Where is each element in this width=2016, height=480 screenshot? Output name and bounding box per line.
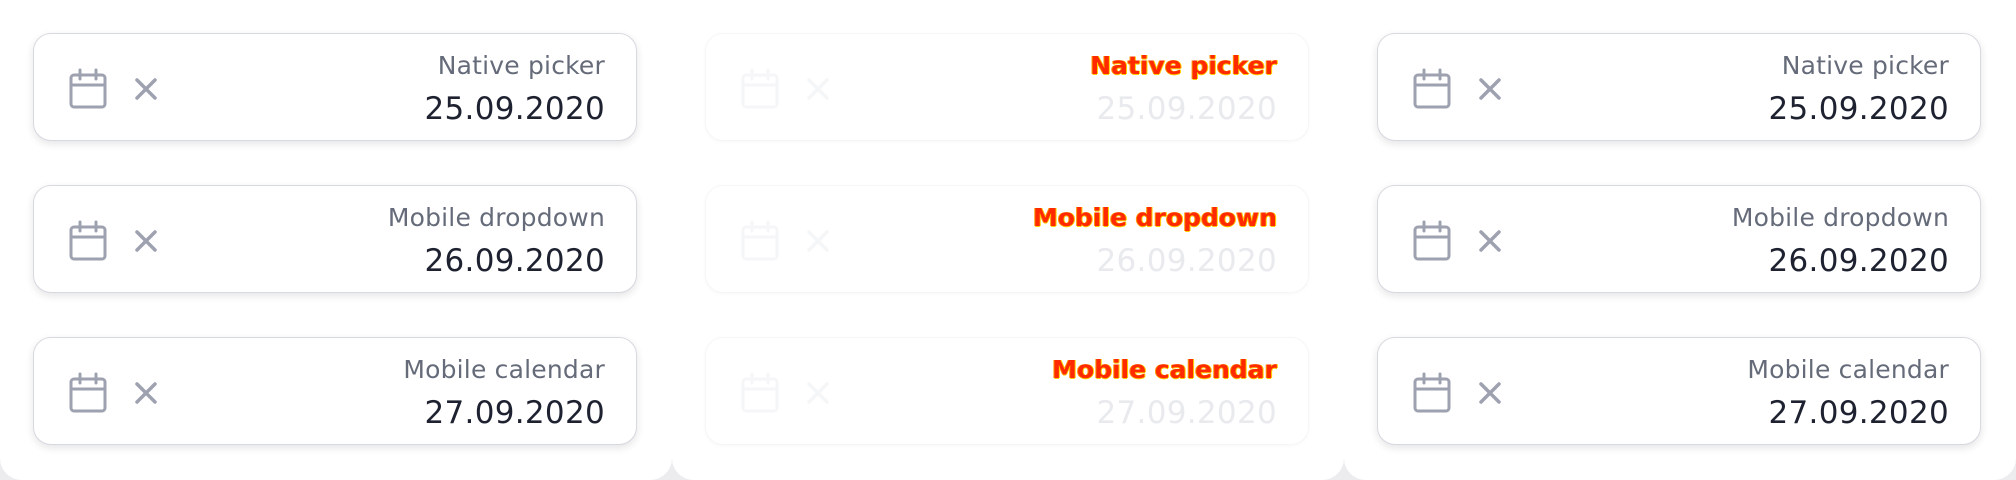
close-icon[interactable] <box>1475 74 1505 104</box>
picker-label: Mobile calendar <box>1747 355 1949 384</box>
picker-panel-2: Native picker 25.09.2020 Mobile dropdown… <box>672 0 1344 480</box>
picker-label: Native picker <box>1090 51 1277 80</box>
picker-value[interactable]: 27.09.2020 <box>425 393 606 433</box>
close-icon[interactable] <box>803 74 833 104</box>
calendar-icon[interactable] <box>68 68 108 110</box>
date-picker-native[interactable]: Native picker 25.09.2020 <box>1377 33 1981 141</box>
demo-stage: Native picker 25.09.2020 Mobile dropdown… <box>0 0 2016 480</box>
date-picker-mobile-dropdown[interactable]: Mobile dropdown 26.09.2020 <box>33 185 637 293</box>
picker-value[interactable]: 27.09.2020 <box>1097 393 1278 433</box>
close-icon[interactable] <box>1475 226 1505 256</box>
picker-panel-1: Native picker 25.09.2020 Mobile dropdown… <box>0 0 672 480</box>
date-picker-mobile-calendar[interactable]: Mobile calendar 27.09.2020 <box>1377 337 1981 445</box>
close-icon[interactable] <box>803 226 833 256</box>
close-icon[interactable] <box>131 74 161 104</box>
picker-value[interactable]: 25.09.2020 <box>1769 89 1950 129</box>
picker-panel-3: Native picker 25.09.2020 Mobile dropdown… <box>1344 0 2016 480</box>
calendar-icon[interactable] <box>1412 68 1452 110</box>
picker-label: Mobile calendar <box>1052 355 1277 384</box>
picker-label: Native picker <box>1781 51 1949 80</box>
picker-value[interactable]: 26.09.2020 <box>1769 241 1950 281</box>
calendar-icon[interactable] <box>68 372 108 414</box>
picker-value[interactable]: 26.09.2020 <box>1097 241 1278 281</box>
close-icon[interactable] <box>803 378 833 408</box>
calendar-icon[interactable] <box>1412 372 1452 414</box>
calendar-icon[interactable] <box>740 68 780 110</box>
picker-value[interactable]: 26.09.2020 <box>425 241 606 281</box>
close-icon[interactable] <box>131 226 161 256</box>
calendar-icon[interactable] <box>740 220 780 262</box>
picker-value[interactable]: 25.09.2020 <box>425 89 606 129</box>
picker-label: Mobile dropdown <box>387 203 605 232</box>
calendar-icon[interactable] <box>1412 220 1452 262</box>
date-picker-native[interactable]: Native picker 25.09.2020 <box>705 33 1309 141</box>
picker-value[interactable]: 27.09.2020 <box>1769 393 1950 433</box>
date-picker-mobile-dropdown[interactable]: Mobile dropdown 26.09.2020 <box>705 185 1309 293</box>
picker-value[interactable]: 25.09.2020 <box>1097 89 1278 129</box>
picker-label: Mobile dropdown <box>1731 203 1949 232</box>
picker-label: Native picker <box>437 51 605 80</box>
close-icon[interactable] <box>131 378 161 408</box>
date-picker-mobile-dropdown[interactable]: Mobile dropdown 26.09.2020 <box>1377 185 1981 293</box>
date-picker-mobile-calendar[interactable]: Mobile calendar 27.09.2020 <box>705 337 1309 445</box>
picker-label: Mobile calendar <box>403 355 605 384</box>
calendar-icon[interactable] <box>68 220 108 262</box>
close-icon[interactable] <box>1475 378 1505 408</box>
picker-label: Mobile dropdown <box>1032 203 1277 232</box>
calendar-icon[interactable] <box>740 372 780 414</box>
date-picker-mobile-calendar[interactable]: Mobile calendar 27.09.2020 <box>33 337 637 445</box>
date-picker-native[interactable]: Native picker 25.09.2020 <box>33 33 637 141</box>
